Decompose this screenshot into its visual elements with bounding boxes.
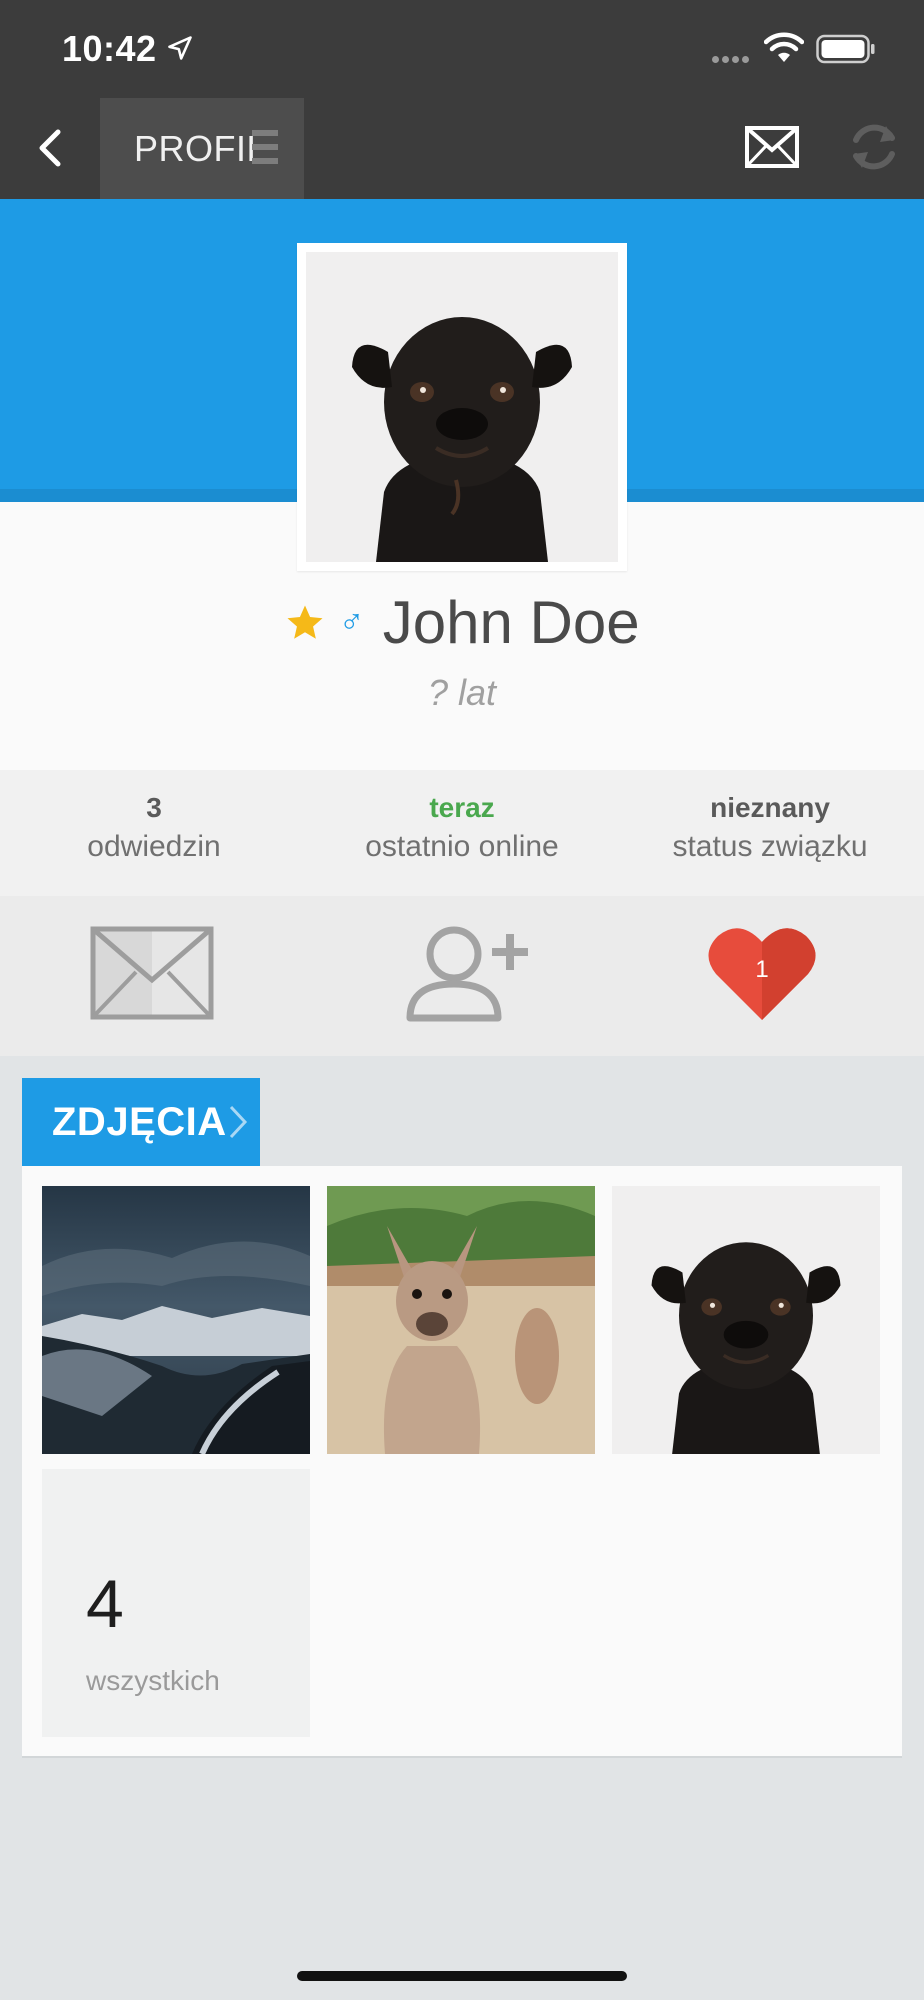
menu-icon [252, 130, 278, 166]
all-photos-count: 4 [86, 1566, 124, 1642]
like-button[interactable]: 1 [708, 924, 816, 1022]
profile-tab-label: PROFIL [134, 128, 268, 169]
profile-tab[interactable]: PROFIL [100, 98, 304, 199]
app-bar: PROFIL [0, 98, 924, 199]
photo-thumbnail-pug[interactable] [612, 1186, 880, 1454]
add-friend-button[interactable] [406, 924, 530, 1022]
home-indicator[interactable] [297, 1971, 627, 1981]
send-message-button[interactable] [90, 926, 214, 1020]
photos-section-button[interactable]: ZDJĘCIA [22, 1078, 260, 1166]
wifi-icon [764, 32, 804, 62]
like-count: 1 [755, 956, 769, 983]
battery-icon [816, 34, 875, 64]
avatar-image [306, 252, 618, 562]
stats-bar: 3 odwiedzin teraz ostatnio online niezna… [0, 770, 924, 896]
profile-name-row: ♂ John Doe [0, 588, 924, 660]
kangaroo-image [327, 1186, 595, 1454]
stat-relationship-label: status związku [672, 830, 868, 863]
photo-thumbnail-mountains[interactable] [42, 1186, 310, 1454]
location-arrow-icon [168, 36, 192, 60]
status-bar: 10:42 [0, 0, 924, 98]
photos-grid: 4 wszystkich [22, 1166, 902, 1758]
star-icon [287, 605, 323, 639]
avatar[interactable] [297, 243, 627, 571]
stat-last-online-label: ostatnio online [365, 830, 559, 863]
refresh-button[interactable] [846, 118, 902, 176]
stat-visits-value: 3 [146, 792, 162, 823]
all-photos-button[interactable]: 4 wszystkich [42, 1469, 310, 1737]
profile-age: ? lat [427, 672, 497, 713]
all-photos-label: wszystkich [86, 1665, 220, 1696]
pug-image [612, 1186, 880, 1454]
stat-relationship-value: nieznany [710, 792, 830, 823]
stat-last-online: teraz ostatnio online [308, 792, 616, 864]
photo-thumbnail-kangaroo[interactable] [327, 1186, 595, 1454]
status-time: 10:42 [62, 28, 157, 69]
chevron-right-icon [229, 1105, 248, 1139]
photos-section-label: ZDJĘCIA [52, 1100, 227, 1144]
male-icon: ♂ [338, 603, 365, 641]
cellular-signal-icon [712, 50, 752, 68]
stat-visits-label: odwiedzin [87, 830, 221, 863]
profile-name: John Doe [382, 589, 640, 656]
action-bar: 1 [0, 896, 924, 1056]
back-button[interactable] [26, 122, 76, 174]
stat-last-online-value: teraz [429, 792, 495, 823]
stat-relationship: nieznany status związku [616, 792, 924, 864]
mountains-image [42, 1186, 310, 1454]
mail-button[interactable] [744, 124, 800, 170]
stat-visits: 3 odwiedzin [0, 792, 308, 864]
